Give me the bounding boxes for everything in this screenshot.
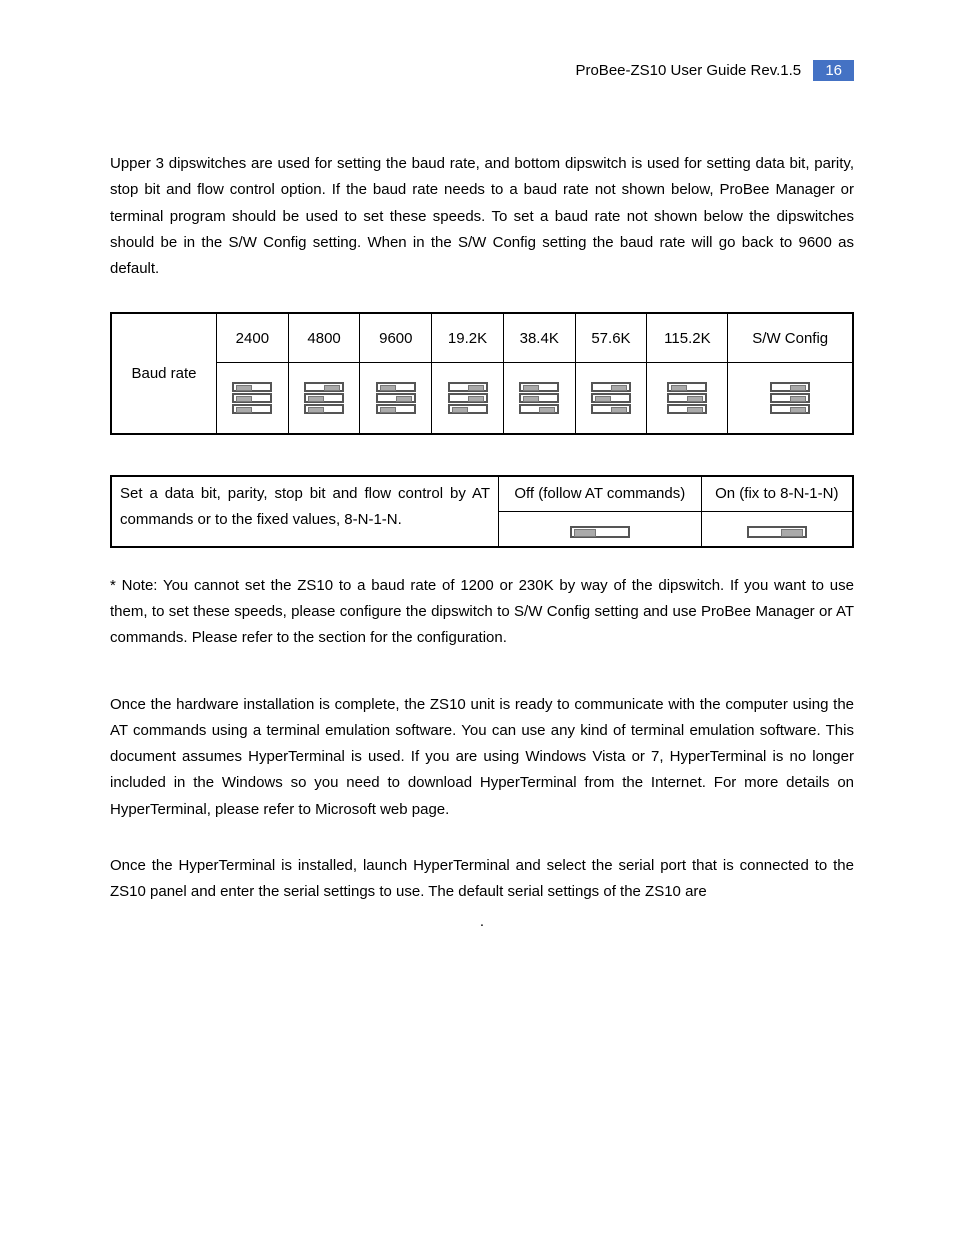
baud-dip-5 (575, 363, 647, 435)
baud-col-7: S/W Config (728, 313, 853, 363)
baud-col-4: 38.4K (503, 313, 575, 363)
dipswitch-icon (591, 381, 631, 415)
baud-col-5: 57.6K (575, 313, 647, 363)
dipswitch-icon (570, 526, 630, 538)
dipswitch-icon (304, 381, 344, 415)
doc-title: ProBee-ZS10 User Guide Rev.1.5 (575, 62, 801, 79)
baud-dip-7 (728, 363, 853, 435)
dipswitch-icon (519, 381, 559, 415)
cfg-off-dip (499, 511, 702, 547)
trailing-dot: . (110, 913, 854, 930)
dipswitch-icon (667, 381, 707, 415)
hyperterminal-paragraph: Once the hardware installation is comple… (110, 692, 854, 823)
baud-rate-table: Baud rate 2400 4800 9600 19.2K 38.4K 57.… (110, 312, 854, 435)
intro-paragraph: Upper 3 dipswitches are used for setting… (110, 151, 854, 282)
config-table: Set a data bit, parity, stop bit and flo… (110, 475, 854, 548)
dipswitch-icon (376, 381, 416, 415)
cfg-on-dip (701, 511, 853, 547)
baud-col-1: 4800 (288, 313, 360, 363)
dipswitch-icon (448, 381, 488, 415)
baud-dip-1 (288, 363, 360, 435)
dipswitch-icon (747, 526, 807, 538)
baud-dip-2 (360, 363, 432, 435)
baud-col-2: 9600 (360, 313, 432, 363)
baud-row-label: Baud rate (111, 313, 217, 434)
page-number: 16 (813, 60, 854, 81)
page-header: ProBee-ZS10 User Guide Rev.1.5 16 (110, 60, 854, 81)
baud-col-3: 19.2K (432, 313, 504, 363)
cfg-off-label: Off (follow AT commands) (499, 476, 702, 511)
baud-dip-3 (432, 363, 504, 435)
baud-col-0: 2400 (217, 313, 289, 363)
baud-dip-0 (217, 363, 289, 435)
baud-col-6: 115.2K (647, 313, 728, 363)
cfg-desc: Set a data bit, parity, stop bit and flo… (111, 476, 499, 547)
baud-dip-4 (503, 363, 575, 435)
baud-dip-6 (647, 363, 728, 435)
cfg-on-label: On (fix to 8-N-1-N) (701, 476, 853, 511)
note-paragraph: * Note: You cannot set the ZS10 to a bau… (110, 573, 854, 652)
dipswitch-icon (770, 381, 810, 415)
settings-paragraph: Once the HyperTerminal is installed, lau… (110, 853, 854, 906)
dipswitch-icon (232, 381, 272, 415)
